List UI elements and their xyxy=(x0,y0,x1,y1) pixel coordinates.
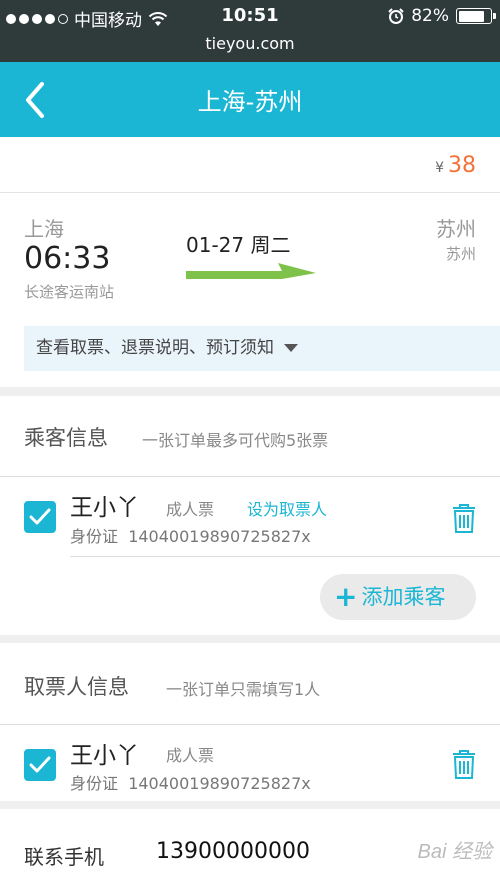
passenger-section-title: 乘客信息 xyxy=(24,426,108,450)
alarm-icon xyxy=(388,8,404,24)
nav-bar: 上海-苏州 xyxy=(0,62,500,137)
status-right: 82% xyxy=(388,6,496,26)
to-city: 苏州 xyxy=(436,217,476,241)
divider xyxy=(0,192,500,193)
id-type: 身份证 xyxy=(70,774,119,793)
url-bar[interactable]: tieyou.com xyxy=(0,32,500,62)
set-collector-link[interactable]: 设为取票人 xyxy=(247,496,327,520)
trash-icon[interactable] xyxy=(452,503,476,533)
currency-symbol: ¥ xyxy=(435,160,444,176)
trip-card: ¥38 上海 06:33 长途客运南站 01-27 周二 苏州 苏州 查看取票、… xyxy=(0,137,500,387)
check-icon xyxy=(29,756,51,773)
to-station: 苏州 xyxy=(445,245,476,263)
collector-ticket-type: 成人票 xyxy=(166,746,215,765)
from-station: 长途客运南站 xyxy=(24,283,115,301)
collector-id: 身份证 14040019890725827x xyxy=(70,770,311,794)
page-title: 上海-苏州 xyxy=(197,88,303,116)
id-type: 身份证 xyxy=(70,527,119,546)
notice-text: 查看取票、退票说明、预订须知 xyxy=(36,338,274,358)
divider xyxy=(0,476,500,477)
passenger-id: 身份证 14040019890725827x xyxy=(70,523,311,547)
departure-time: 06:33 xyxy=(24,241,111,276)
collector-checkbox[interactable] xyxy=(24,749,56,781)
check-icon xyxy=(29,508,51,525)
collector-name: 王小丫 xyxy=(70,743,139,769)
battery-icon xyxy=(456,8,496,24)
ticket-notice-toggle[interactable]: 查看取票、退票说明、预订须知 xyxy=(24,326,500,371)
collector-section-title: 取票人信息 xyxy=(24,675,129,699)
passenger-section: 乘客信息 一张订单最多可代购5张票 王小丫 成人票 设为取票人 身份证 1404… xyxy=(0,396,500,635)
collector-section-hint: 一张订单只需填写1人 xyxy=(166,680,321,699)
price-value: 38 xyxy=(448,153,476,178)
plus-icon: + xyxy=(334,580,358,613)
trip-date: 01-27 周二 xyxy=(186,233,291,257)
url-text: tieyou.com xyxy=(205,34,295,53)
caret-down-icon xyxy=(284,344,298,352)
collector-section: 取票人信息 一张订单只需填写1人 王小丫 成人票 身份证 14040019890… xyxy=(0,643,500,801)
watermark: Bai 经验 xyxy=(417,841,492,863)
trash-icon[interactable] xyxy=(452,749,476,779)
price: ¥38 xyxy=(435,153,476,178)
add-passenger-button[interactable]: + 添加乘客 xyxy=(320,574,476,620)
id-number: 14040019890725827x xyxy=(128,774,311,793)
passenger-section-hint: 一张订单最多可代购5张票 xyxy=(142,431,329,450)
arrow-right-icon xyxy=(186,263,316,279)
divider xyxy=(70,556,500,557)
passenger-ticket-type: 成人票 xyxy=(166,500,215,519)
contact-phone-row[interactable]: 联系手机 13900000000 Bai 经验 xyxy=(0,809,500,888)
status-bar: 中国移动 10:51 82% xyxy=(0,0,500,32)
divider xyxy=(0,724,500,725)
add-passenger-label: 添加乘客 xyxy=(361,585,446,609)
passenger-name: 王小丫 xyxy=(70,495,139,521)
phone-label: 联系手机 xyxy=(24,845,104,869)
from-city: 上海 xyxy=(24,217,64,241)
battery-level xyxy=(458,10,484,22)
id-number: 14040019890725827x xyxy=(128,527,311,546)
passenger-checkbox[interactable] xyxy=(24,501,56,533)
phone-value[interactable]: 13900000000 xyxy=(156,839,310,864)
battery-percent: 82% xyxy=(411,6,449,26)
